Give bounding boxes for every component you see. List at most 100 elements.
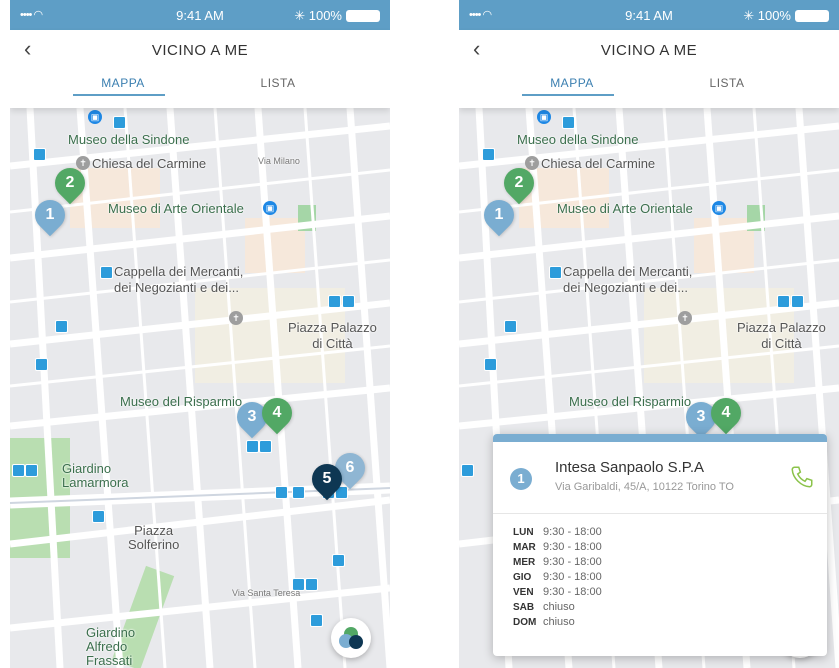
map-view[interactable]: ▣ Museo della Sindone ✝ Chiesa del Carmi… [10, 108, 390, 668]
map-pin-4[interactable]: 4 [255, 391, 299, 435]
active-tab-indicator [73, 94, 165, 96]
bus-stop-icon [55, 320, 68, 333]
phone-screen-map: •••• ◠ 9:41 AM ✳ 100% ‹ VICINO A ME MAPP… [10, 0, 390, 668]
opening-hours: LUN 9:30 - 18:00 MAR 9:30 - 18:00 MER 9:30 … [513, 525, 602, 630]
battery-label: ✳ 100% [294, 8, 342, 23]
hours-time: 9:30 - 18:00 [543, 556, 602, 568]
poi-museo-sindone[interactable]: Museo della Sindone [517, 132, 638, 147]
street-via-milano: Via Milano [258, 156, 300, 166]
bus-stop-icon [482, 148, 495, 161]
poi-chiesa-carmine[interactable]: Chiesa del Carmine [92, 156, 206, 171]
hours-row: VEN 9:30 - 18:00 [513, 585, 602, 600]
bank-detail-card[interactable]: 1 Intesa Sanpaolo S.P.A Via Garibaldi, 4… [493, 434, 827, 656]
poi-cappella-mercanti[interactable]: Cappella dei Mercanti, dei Negozianti e … [563, 264, 692, 296]
bus-stop-icon [549, 266, 562, 279]
map-pin-4[interactable]: 4 [704, 391, 748, 435]
hours-time: chiuso [543, 616, 575, 628]
street-via-santa-teresa: Via Santa Teresa [232, 588, 301, 598]
bus-stop-icon [461, 464, 474, 477]
bus-stop-icon [310, 614, 323, 627]
tab-lista[interactable]: LISTA [677, 76, 777, 90]
page-title: VICINO A ME [151, 42, 249, 59]
hours-time: chiuso [543, 601, 575, 613]
poi-museo-arte-orientale[interactable]: Museo di Arte Orientale [108, 201, 244, 216]
bus-stop-icon [504, 320, 517, 333]
bus-stop-icon [35, 358, 48, 371]
bus-stop-icon [328, 295, 341, 308]
layers-fab-icon[interactable] [331, 618, 371, 658]
bus-stop-icon [562, 116, 575, 129]
hours-time: 9:30 - 18:00 [543, 541, 602, 553]
bus-stop-icon [246, 440, 259, 453]
hours-row: LUN 9:30 - 18:00 [513, 525, 602, 540]
battery-label: ✳ 100% [743, 8, 791, 23]
poi-chiesa-carmine[interactable]: Chiesa del Carmine [541, 156, 655, 171]
museum-icon: ▣ [263, 201, 277, 215]
map-pin-1[interactable]: 1 [28, 193, 72, 237]
bus-stop-icon [342, 295, 355, 308]
museum-icon: ▣ [712, 201, 726, 215]
hours-time: 9:30 - 18:00 [543, 586, 602, 598]
card-divider [493, 513, 827, 514]
poi-piazza-palazzo-citta[interactable]: Piazza Palazzo di Città [737, 320, 826, 352]
map-pin-2[interactable]: 2 [497, 161, 541, 205]
map-pin-1[interactable]: 1 [477, 193, 521, 237]
poi-giardino-lamarmora[interactable]: Giardino Lamarmora [62, 462, 128, 490]
museum-icon: ▣ [88, 110, 102, 124]
hours-day: DOM [513, 617, 537, 628]
status-bar: •••• ◠ 9:41 AM ✳ 100% [10, 0, 390, 30]
card-number-badge: 1 [510, 468, 532, 490]
hours-day: MAR [513, 542, 536, 553]
hours-row: MAR 9:30 - 18:00 [513, 540, 602, 555]
poi-museo-arte-orientale[interactable]: Museo di Arte Orientale [557, 201, 693, 216]
active-tab-indicator [522, 94, 614, 96]
bus-stop-icon [259, 440, 272, 453]
battery-icon [346, 10, 380, 22]
church-icon: ✝ [678, 311, 692, 325]
hours-row: MER 9:30 - 18:00 [513, 555, 602, 570]
bus-stop-icon [100, 266, 113, 279]
bank-name: Intesa Sanpaolo S.P.A [555, 459, 705, 476]
poi-piazza-solferino[interactable]: Piazza Solferino [128, 524, 179, 552]
hours-day: SAB [513, 602, 535, 613]
tab-mappa[interactable]: MAPPA [522, 76, 622, 90]
museum-icon: ▣ [537, 110, 551, 124]
hours-row: GIO 9:30 - 18:00 [513, 570, 602, 585]
bus-stop-icon [777, 295, 790, 308]
hours-day: VEN [513, 587, 534, 598]
phone-screen-detail: •••• ◠ 9:41 AM ✳ 100% ‹ VICINO A ME MAPP… [459, 0, 839, 668]
page-title: VICINO A ME [600, 42, 698, 59]
card-accent-bar [493, 434, 827, 442]
bus-stop-icon [275, 486, 288, 499]
bus-stop-icon [92, 510, 105, 523]
bus-stop-icon [292, 486, 305, 499]
status-bar: •••• ◠ 9:41 AM ✳ 100% [459, 0, 839, 30]
hours-day: LUN [513, 527, 534, 538]
map-pin-5[interactable]: 5 [305, 457, 349, 501]
battery-status: ✳ 100% [294, 8, 380, 24]
battery-status: ✳ 100% [743, 8, 829, 24]
poi-piazza-palazzo-citta[interactable]: Piazza Palazzo di Città [288, 320, 377, 352]
bus-stop-icon [791, 295, 804, 308]
hours-row: DOM chiuso [513, 615, 602, 630]
tab-lista[interactable]: LISTA [228, 76, 328, 90]
app-header: ‹ VICINO A ME MAPPA LISTA [10, 30, 390, 108]
bus-stop-icon [332, 554, 345, 567]
map-pin-2[interactable]: 2 [48, 161, 92, 205]
poi-museo-risparmio[interactable]: Museo del Risparmio [569, 394, 691, 409]
hours-time: 9:30 - 18:00 [543, 571, 602, 583]
battery-icon [795, 10, 829, 22]
phone-call-icon[interactable] [789, 464, 815, 490]
app-header: ‹ VICINO A ME MAPPA LISTA [459, 30, 839, 108]
poi-cappella-mercanti[interactable]: Cappella dei Mercanti, dei Negozianti e … [114, 264, 243, 296]
bus-stop-icon [305, 578, 318, 591]
poi-giardino-alfredo[interactable]: Giardino Alfredo Frassati [86, 626, 135, 668]
bus-stop-icon [484, 358, 497, 371]
hours-day: MER [513, 557, 536, 568]
hours-row: SAB chiuso [513, 600, 602, 615]
poi-museo-sindone[interactable]: Museo della Sindone [68, 132, 189, 147]
tab-mappa[interactable]: MAPPA [73, 76, 173, 90]
poi-museo-risparmio[interactable]: Museo del Risparmio [120, 394, 242, 409]
bus-stop-icon [33, 148, 46, 161]
hours-day: GIO [513, 572, 532, 583]
